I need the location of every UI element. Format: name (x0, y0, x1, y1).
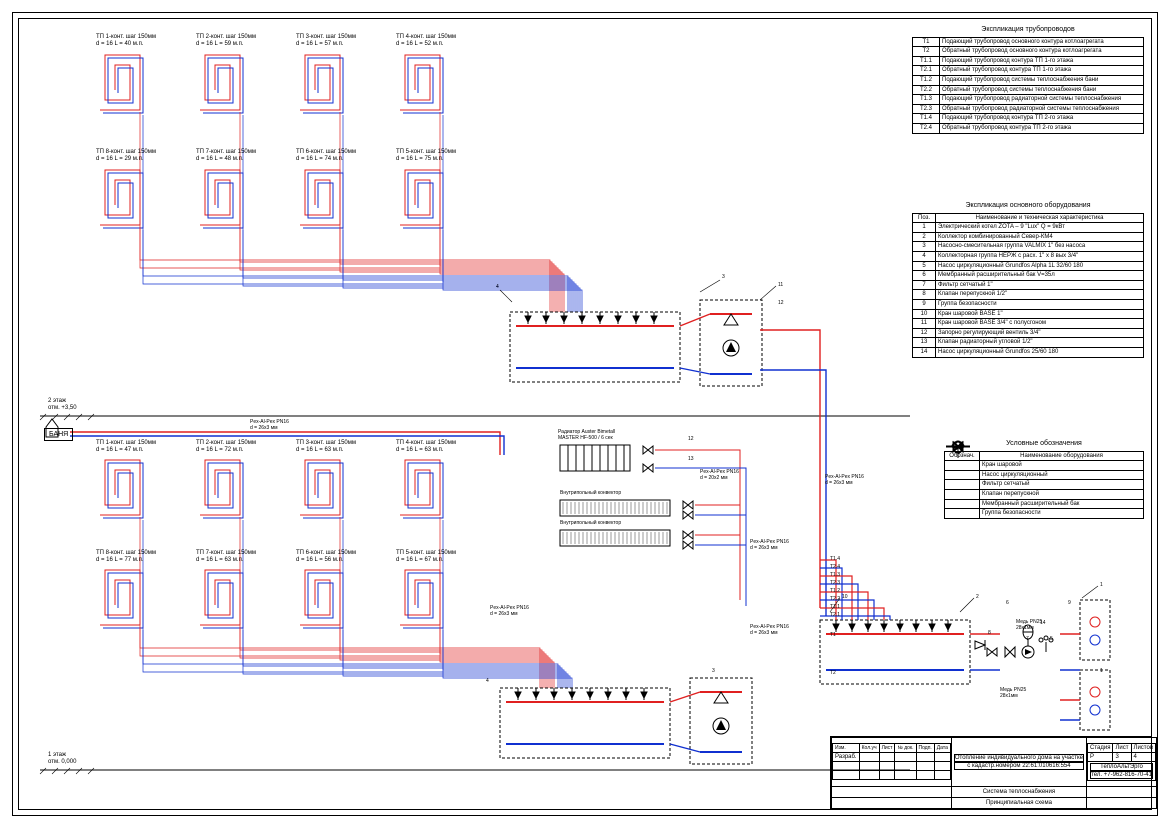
callout-11a: 11 (778, 282, 783, 288)
loop-label: ТП 2-конт. шаг 150ммd = 16 L = 72 м.п. (196, 440, 256, 453)
pex-label-3: Pex-Al-Pex PN16d = 26x3 мм (825, 475, 864, 486)
loop-label: ТП 5-конт. шаг 150ммd = 16 L = 67 м.п. (396, 550, 456, 563)
line-tag: Т2.2 (830, 596, 840, 602)
line-tag: Т1.4 (830, 556, 840, 562)
loop-label: ТП 6-конт. шаг 150ммd = 16 L = 56 м.п. (296, 550, 356, 563)
loop-label: ТП 1-конт. шаг 150ммd = 16 L = 40 м.п. (96, 34, 156, 47)
loop-label: ТП 6-конт. шаг 150ммd = 16 L = 74 м.п. (296, 149, 356, 162)
callout-14: 14 (1040, 620, 1046, 626)
loop-label: ТП 3-конт. шаг 150ммd = 16 L = 63 м.п. (296, 440, 356, 453)
loop-label: ТП 1-конт. шаг 150ммd = 16 L = 47 м.п. (96, 440, 156, 453)
floor2-loops (100, 55, 443, 228)
loop-label: ТП 3-конт. шаг 150ммd = 16 L = 57 м.п. (296, 34, 356, 47)
loop-label: ТП 8-конт. шаг 150ммd = 16 L = 29 м.п. (96, 149, 156, 162)
cu-label-1: Медь PN2528x1мм (1016, 620, 1042, 631)
loop-label: ТП 7-конт. шаг 150ммd = 16 L = 63 м.п. (196, 550, 256, 563)
callout-13a: 13 (688, 456, 694, 462)
legend-table: Условные обозначения Обознач.Наименовани… (944, 440, 1144, 519)
loop-label: ТП 4-конт. шаг 150ммd = 16 L = 52 м.п. (396, 34, 456, 47)
convector-label-2: Внутрипольный конвектор (560, 520, 621, 526)
line-tag: Т1.1 (830, 604, 840, 610)
floor2-level: 2 этажотм. +3,50 (48, 398, 77, 411)
pex-label-5: Pex-Al-Pex PN16d = 26x3 мм (750, 625, 789, 636)
line-tag: Т1.2 (830, 588, 840, 594)
pex-label-2: Pex-Al-Pex PN16d = 26x3 мм (750, 540, 789, 551)
callout-10: 10 (842, 594, 848, 600)
loop-label: ТП 7-конт. шаг 150ммd = 16 L = 48 м.п. (196, 149, 256, 162)
line-tag: Т2 (830, 670, 836, 676)
line-tag: Т1.3 (830, 572, 840, 578)
line-tag: Т2.3 (830, 580, 840, 586)
title-block: Изм.Кол.учЛист№ док.Подп.Дата Разраб. От… (830, 736, 1152, 810)
callout-7: 7 (1026, 636, 1029, 642)
callout-9: 9 (1068, 600, 1071, 606)
floor1-level: 1 этажотм. 0,000 (48, 752, 76, 765)
pex-label-4: Pex-Al-Pex PN16d = 26x3 мм (490, 606, 529, 617)
pex-label-1: Pex-Al-Pex PN16d = 26x3 мм (250, 420, 289, 431)
floor1-loops (100, 460, 443, 628)
line-tag: Т1 (830, 632, 836, 638)
loop-label: ТП 8-конт. шаг 150ммd = 16 L = 77 м.п. (96, 550, 156, 563)
callout-2: 2 (976, 594, 979, 600)
callout-3b: 3 (712, 668, 715, 674)
callout-12a: 12 (778, 300, 784, 306)
callout-5: 5 (1050, 636, 1053, 642)
line-tag: Т2.1 (830, 612, 840, 618)
callout-6: 6 (1006, 600, 1009, 606)
loop-label: ТП 5-конт. шаг 150ммd = 16 L = 75 м.п. (396, 149, 456, 162)
radiator-label: Радиатор Auster BimetallMASTER HF-500 / … (558, 430, 615, 441)
pex-label-20: Pex-Al-Pex PN16d = 20x2 мм (700, 470, 739, 481)
equip-table: Экспликация основного оборудования Поз.Н… (912, 202, 1144, 358)
callout-4b: 4 (486, 678, 489, 684)
convector-label-1: Внутрипольный конвектор (560, 490, 621, 496)
loop-label: ТП 2-конт. шаг 150ммd = 16 L = 59 м.п. (196, 34, 256, 47)
callout-12b: 12 (688, 436, 694, 442)
pipes-table: Экспликация трубопроводов Т1Подающий тру… (912, 26, 1144, 134)
callout-1b: 1 (1100, 668, 1103, 674)
callout-3a: 3 (722, 274, 725, 280)
callout-8: 8 (988, 630, 991, 636)
loop-label: ТП 4-конт. шаг 150ммd = 16 L = 63 м.п. (396, 440, 456, 453)
line-tag: Т2.4 (830, 564, 840, 570)
cu-label-2: Медь PN2528x1мм (1000, 688, 1026, 699)
callout-1a: 1 (1100, 582, 1103, 588)
banya-label: БАНЯ (44, 428, 73, 441)
callout-4a: 4 (496, 284, 499, 290)
